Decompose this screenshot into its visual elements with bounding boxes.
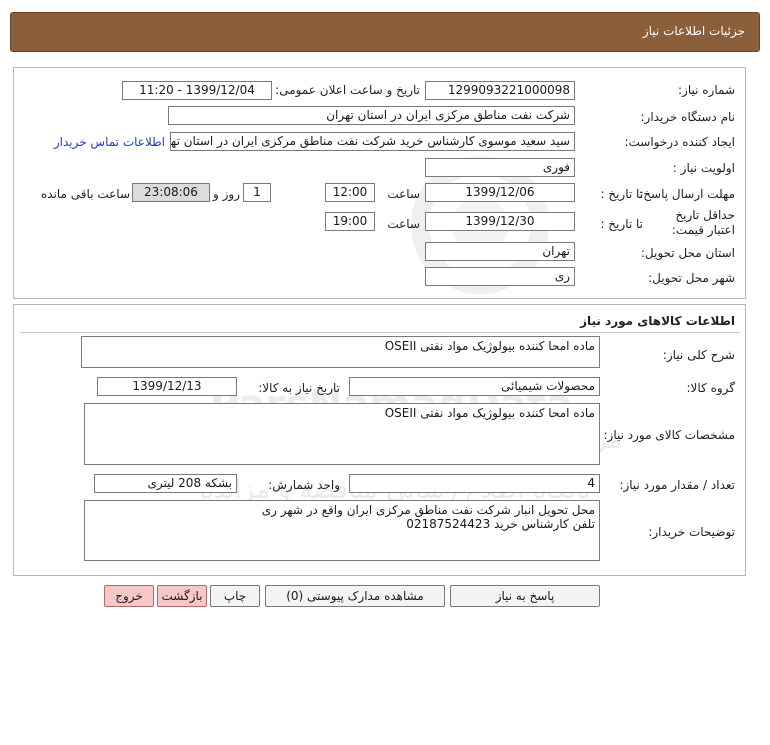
goods-group-field: محصولات شیمیائی [349, 377, 600, 396]
announce-datetime-label: تاریخ و ساعت اعلان عمومی: [275, 83, 420, 97]
reply-button[interactable]: پاسخ به نیاز [450, 585, 600, 607]
summary-field: ماده امحا کننده بیولوژیک مواد نفتی OSEII [81, 336, 600, 368]
buyer-org-field: شرکت نفت مناطق مرکزی ایران در استان تهرا… [168, 106, 575, 125]
buyer-notes-line-2: تلفن کارشناس خرید 02187524423 [406, 517, 595, 531]
print-button[interactable]: چاپ [210, 585, 260, 607]
validity-date-field: 1399/12/30 [425, 212, 575, 231]
requester-label: ایجاد کننده درخواست: [624, 135, 735, 149]
buyer-contact-link[interactable]: اطلاعات تماس خریدار [54, 135, 165, 149]
goods-section-divider [20, 332, 740, 333]
validity-to-date-label: تا تاریخ : [600, 217, 643, 231]
need-date-label: تاریخ نیاز به کالا: [258, 381, 340, 395]
days-and-label: روز و [213, 187, 240, 201]
city-field: ری [425, 267, 575, 286]
remaining-time-label: ساعت باقی مانده [40, 187, 130, 201]
priority-field: فوری [425, 158, 575, 177]
exit-button[interactable]: خروج [104, 585, 154, 607]
city-label: شهر محل تحویل: [648, 271, 735, 285]
buyer-org-label: نام دستگاه خریدار: [640, 110, 736, 124]
need-info-panel [13, 67, 746, 299]
summary-label: شرح کلی نیاز: [662, 348, 735, 362]
need-number-field: 1299093221000098 [425, 81, 575, 100]
deadline-time-field: 12:00 [325, 183, 375, 202]
deadline-to-date-label: تا تاریخ : [600, 187, 643, 201]
page-title-bar: جزئیات اطلاعات نیاز [10, 12, 760, 52]
buyer-notes-line-1: محل تحویل انبار شرکت نفت مناطق مرکزی ایر… [261, 503, 595, 517]
province-label: استان محل تحویل: [640, 246, 735, 260]
need-date-field: 1399/12/13 [97, 377, 237, 396]
quantity-field: 4 [349, 474, 600, 493]
deadline-label: مهلت ارسال پاسخ: [639, 187, 735, 201]
buyer-notes-field: محل تحویل انبار شرکت نفت مناطق مرکزی ایر… [84, 500, 600, 561]
validity-time-field: 19:00 [325, 212, 375, 231]
specs-field: ماده امحا کننده بیولوژیک مواد نفتی OSEII [84, 403, 600, 465]
price-validity-label: حداقل تاریخ اعتبار قیمت: [671, 208, 735, 237]
deadline-time-label: ساعت [387, 187, 420, 201]
view-attachments-button[interactable]: مشاهده مدارک پیوستی (0) [265, 585, 445, 607]
validity-time-label: ساعت [387, 217, 420, 231]
remaining-days-field: 1 [243, 183, 271, 202]
quantity-label: تعداد / مقدار مورد نیاز: [619, 478, 735, 492]
province-field: تهران [425, 242, 575, 261]
goods-section-title: اطلاعات کالاهای مورد نیاز [580, 314, 735, 328]
buyer-notes-label: توضیحات خریدار: [648, 525, 735, 539]
requester-field: سید سعید موسوی کارشناس خرید شرکت نفت منا… [170, 132, 575, 151]
unit-field: بشکه 208 لیتری [94, 474, 237, 493]
priority-label: اولویت نیاز : [672, 161, 735, 175]
goods-group-label: گروه کالا: [686, 381, 736, 395]
specs-label: مشخصات کالای مورد نیاز: [603, 428, 735, 442]
remaining-time-field: 23:08:06 [132, 183, 210, 202]
deadline-date-field: 1399/12/06 [425, 183, 575, 202]
announce-datetime-field: 1399/12/04 - 11:20 [122, 81, 272, 100]
page-title: جزئیات اطلاعات نیاز [642, 24, 745, 38]
need-number-label: شماره نیاز: [678, 83, 735, 97]
unit-label: واحد شمارش: [268, 478, 340, 492]
back-button[interactable]: بازگشت [157, 585, 207, 607]
